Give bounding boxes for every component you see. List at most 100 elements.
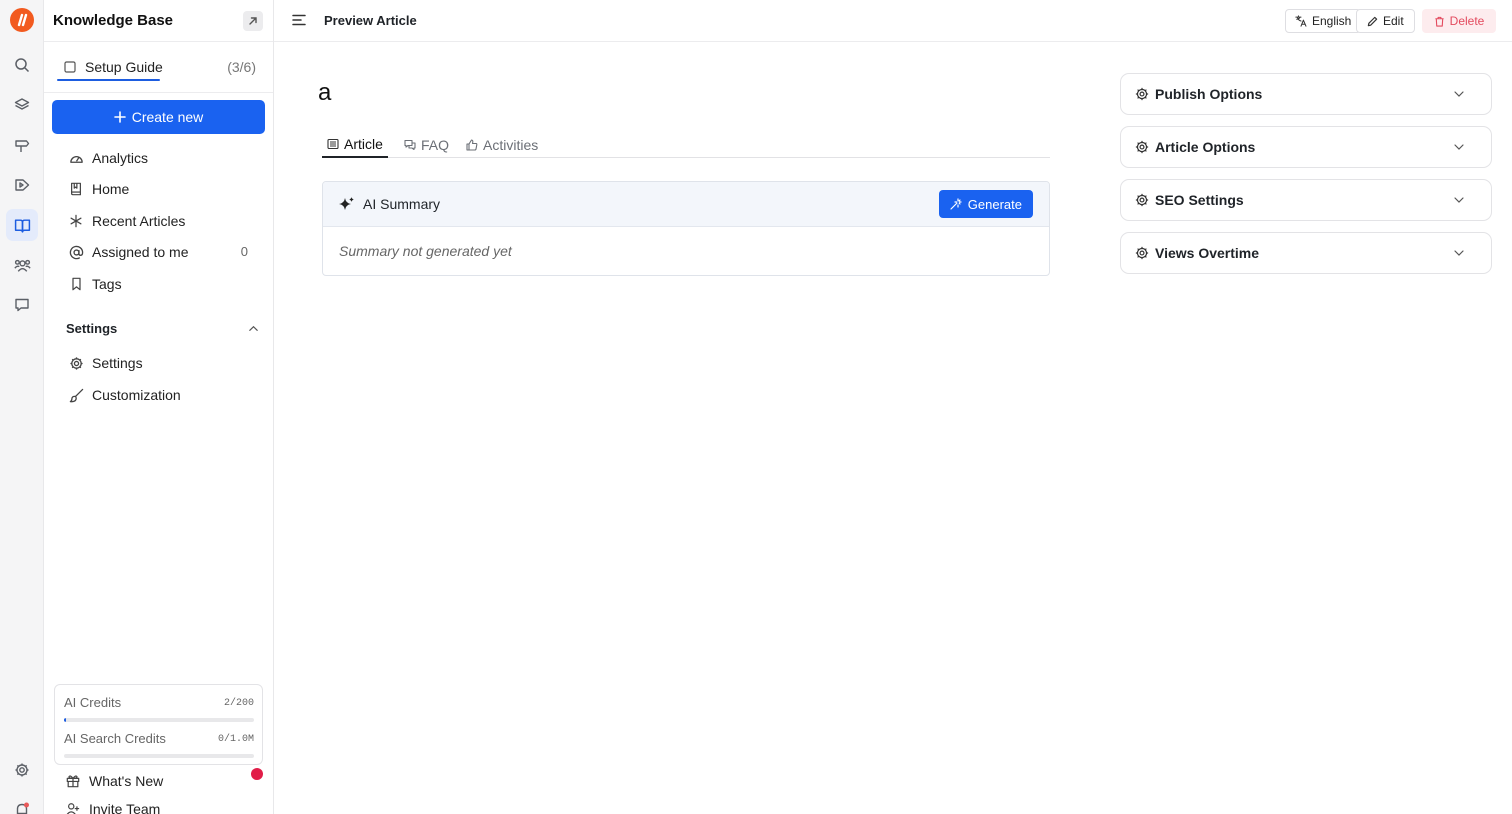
- users-icon[interactable]: [6, 249, 38, 281]
- sidebar-item-settings[interactable]: Settings: [44, 348, 273, 378]
- setup-guide-label: Setup Guide: [85, 59, 163, 75]
- accordion-label: Article Options: [1155, 139, 1256, 155]
- translate-icon: [1295, 15, 1307, 27]
- plus-icon: [113, 111, 126, 123]
- gear-icon: [1135, 140, 1149, 154]
- page-title: Preview Article: [324, 13, 417, 28]
- book-icon: [68, 181, 84, 197]
- ai-search-credits-value: 0/1.0M: [217, 734, 254, 745]
- sidebar-item-assigned-to-me[interactable]: Assigned to me 0: [44, 237, 273, 267]
- delete-label: Delete: [1449, 14, 1485, 28]
- sparkles-icon: [339, 197, 354, 210]
- at-sign-icon: [68, 244, 84, 260]
- sidebar-item-recent-articles[interactable]: Recent Articles: [44, 206, 273, 236]
- gear-icon: [1135, 87, 1149, 101]
- menu-toggle-icon[interactable]: [291, 12, 307, 28]
- gear-icon[interactable]: [6, 754, 38, 786]
- edit-button[interactable]: Edit: [1356, 9, 1415, 33]
- accordion-label: Publish Options: [1155, 86, 1263, 102]
- setup-guide-count: (3/6): [227, 59, 256, 75]
- sidebar-item-label: Customization: [92, 387, 181, 403]
- sidebar-header: Knowledge Base: [44, 0, 273, 42]
- sidebar-item-label: Assigned to me: [92, 244, 189, 260]
- sidebar-item-home[interactable]: Home: [44, 174, 273, 204]
- gauge-icon: [68, 150, 84, 166]
- chevron-up-icon: [248, 323, 259, 334]
- magic-wand-icon: [950, 198, 962, 210]
- book-open-icon[interactable]: [6, 209, 38, 241]
- accordion-label: Views Overtime: [1155, 245, 1260, 261]
- delete-button[interactable]: Delete: [1422, 9, 1496, 33]
- invite-team-item[interactable]: Invite Team: [66, 801, 160, 814]
- notification-dot: [251, 768, 263, 780]
- article-tabs: Article FAQ Activities: [322, 132, 1050, 158]
- assigned-count-badge: 0: [240, 244, 248, 259]
- sidebar: Knowledge Base Setup Guide (3/6) Create …: [44, 0, 274, 814]
- seo-settings-accordion[interactable]: SEO Settings: [1120, 179, 1492, 221]
- tab-article[interactable]: Article: [322, 132, 388, 158]
- whats-new-item[interactable]: What's New: [66, 773, 163, 789]
- credits-panel: AI Credits 2/200 AI Search Credits 0/1.0…: [54, 684, 263, 765]
- chevron-down-icon: [1454, 250, 1464, 256]
- create-new-label: Create new: [131, 109, 204, 125]
- language-button[interactable]: English: [1285, 9, 1362, 33]
- signpost-icon[interactable]: [6, 129, 38, 161]
- article-options-accordion[interactable]: Article Options: [1120, 126, 1492, 168]
- generate-button[interactable]: Generate: [938, 190, 1033, 218]
- article-title: a: [318, 79, 332, 106]
- sidebar-item-label: Settings: [92, 355, 143, 371]
- publish-options-accordion[interactable]: Publish Options: [1120, 73, 1492, 115]
- ai-summary-body: Summary not generated yet: [339, 243, 512, 259]
- sidebar-item-label: Recent Articles: [92, 213, 186, 229]
- sidebar-item-label: Analytics: [92, 150, 149, 166]
- external-link-icon[interactable]: [243, 10, 263, 31]
- views-overtime-accordion[interactable]: Views Overtime: [1120, 232, 1492, 274]
- whats-new-label: What's New: [89, 773, 164, 789]
- gear-icon: [68, 355, 84, 371]
- checkbox-icon: [64, 61, 76, 73]
- sidebar-item-analytics[interactable]: Analytics: [44, 143, 273, 173]
- gift-icon: [66, 774, 80, 788]
- setup-guide[interactable]: Setup Guide (3/6): [44, 53, 273, 93]
- ai-summary-card: AI Summary Generate Summary not generate…: [322, 181, 1050, 276]
- invite-team-label: Invite Team: [89, 801, 161, 814]
- tab-label: Activities: [483, 137, 539, 153]
- bell-icon[interactable]: [6, 794, 38, 814]
- tab-activities[interactable]: Activities: [461, 132, 543, 158]
- setup-progress-underline: [57, 79, 160, 81]
- trash-icon: [1435, 16, 1444, 27]
- chevron-down-icon: [1454, 197, 1464, 203]
- top-bar: Preview Article English Edit Delete: [274, 0, 1512, 42]
- edit-label: Edit: [1383, 14, 1404, 28]
- sidebar-item-tags[interactable]: Tags: [44, 269, 273, 299]
- sidebar-item-customization[interactable]: Customization: [44, 380, 273, 410]
- language-label: English: [1312, 14, 1352, 28]
- ai-credits-fill: [64, 718, 66, 722]
- chat-bubbles-icon: [404, 139, 416, 151]
- ai-search-credits-bar: [64, 754, 254, 758]
- layers-icon[interactable]: [6, 89, 38, 121]
- sidebar-item-label: Tags: [92, 276, 122, 292]
- chevron-down-icon: [1454, 91, 1464, 97]
- ai-credits-value: 2/200: [223, 698, 254, 709]
- bookmark-icon: [68, 276, 84, 292]
- brush-icon: [68, 387, 84, 403]
- accordion-label: SEO Settings: [1155, 192, 1244, 208]
- user-plus-icon: [66, 802, 80, 814]
- app-logo-icon[interactable]: [10, 8, 34, 32]
- ai-search-credits-label: AI Search Credits: [64, 731, 166, 746]
- chat-icon[interactable]: [6, 289, 38, 321]
- ai-summary-header: AI Summary Generate: [323, 182, 1049, 227]
- ai-credits-bar: [64, 718, 254, 722]
- ai-summary-label: AI Summary: [363, 196, 441, 212]
- search-icon[interactable]: [6, 49, 38, 81]
- ai-credits-label: AI Credits: [64, 695, 122, 710]
- sidebar-title: Knowledge Base: [53, 12, 174, 29]
- create-new-button[interactable]: Create new: [52, 100, 265, 134]
- settings-section-header[interactable]: Settings: [66, 321, 259, 336]
- settings-section-label: Settings: [66, 321, 118, 336]
- tab-label: Article: [344, 136, 383, 152]
- video-tag-icon[interactable]: [6, 169, 38, 201]
- article-icon: [327, 138, 339, 150]
- tab-faq[interactable]: FAQ: [399, 132, 454, 158]
